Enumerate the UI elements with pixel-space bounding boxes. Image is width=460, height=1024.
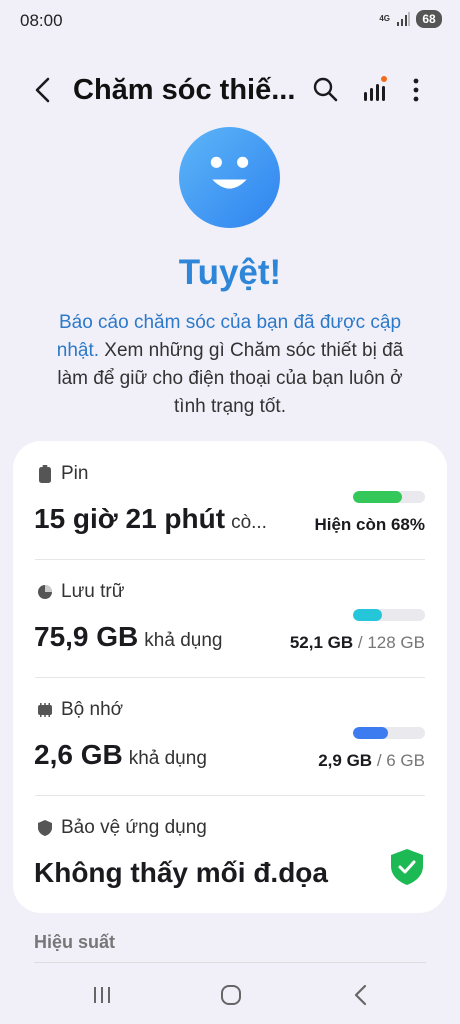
storage-row[interactable]: Lưu trữ 75,9 GB khả dụng 52,1 GB / 128 G… bbox=[13, 559, 447, 677]
memory-progress-bar bbox=[353, 727, 425, 739]
search-icon[interactable] bbox=[310, 74, 342, 106]
smiley-face-icon bbox=[179, 127, 280, 228]
navigation-bar bbox=[0, 968, 460, 1024]
battery-progress-fill bbox=[353, 491, 402, 503]
back-nav-icon[interactable] bbox=[346, 982, 376, 1008]
battery-label: Pin bbox=[61, 463, 89, 484]
protection-label: Bảo vệ ứng dụng bbox=[61, 817, 207, 838]
app-protection-row[interactable]: Bảo vệ ứng dụng Không thấy mối đ.dọa bbox=[13, 795, 447, 913]
storage-pie-icon bbox=[37, 583, 53, 601]
memory-label: Bộ nhớ bbox=[61, 699, 124, 720]
memory-row[interactable]: Bộ nhớ 2,6 GB khả dụng 2,9 GB / 6 GB bbox=[13, 677, 447, 795]
battery-time-suffix: cò... bbox=[231, 512, 267, 533]
status-headline: Tuyệt! bbox=[178, 253, 282, 292]
protection-shield-icon bbox=[37, 819, 53, 837]
network-type: 4G bbox=[379, 14, 390, 23]
section-performance-title: Hiệu suất bbox=[34, 932, 116, 952]
app-bar: Chăm sóc thiế... bbox=[0, 60, 460, 120]
battery-icon bbox=[37, 465, 53, 483]
device-care-card: Pin 15 giờ 21 phút cò... Hiện còn 68% Lư… bbox=[13, 441, 447, 913]
report-message-text: Xem những gì Chăm sóc thiết bị đã làm để… bbox=[57, 340, 404, 417]
status-bar: 08:00 4G 68 bbox=[0, 0, 460, 42]
protection-status: Không thấy mối đ.dọa bbox=[34, 857, 328, 888]
storage-available-suffix: khả dụng bbox=[144, 630, 223, 651]
storage-available-value: 75,9 GB bbox=[34, 621, 139, 652]
battery-time-value: 15 giờ 21 phút bbox=[34, 503, 226, 534]
battery-row[interactable]: Pin 15 giờ 21 phút cò... Hiện còn 68% bbox=[13, 441, 447, 559]
storage-progress-bar bbox=[353, 609, 425, 621]
status-time: 08:00 bbox=[20, 11, 63, 30]
battery-indicator: 68 bbox=[416, 10, 442, 28]
battery-progress-bar bbox=[353, 491, 425, 503]
page-title: Chăm sóc thiế... bbox=[73, 74, 296, 106]
back-icon[interactable] bbox=[28, 74, 60, 106]
memory-chip-icon bbox=[37, 701, 53, 719]
memory-total: / 6 GB bbox=[376, 751, 425, 770]
report-message: Báo cáo chăm sóc của bạn đã được cập nhậ… bbox=[40, 309, 420, 421]
storage-total: / 128 GB bbox=[357, 633, 425, 652]
memory-available-value: 2,6 GB bbox=[34, 739, 123, 770]
memory-progress-fill bbox=[353, 727, 388, 739]
battery-remaining: Hiện còn 68% bbox=[314, 515, 425, 534]
more-vert-icon[interactable] bbox=[400, 74, 432, 106]
storage-progress-fill bbox=[353, 609, 383, 621]
shield-check-icon bbox=[391, 849, 423, 885]
storage-label: Lưu trữ bbox=[61, 581, 125, 602]
signal-icon bbox=[397, 12, 410, 26]
memory-used: 2,9 GB bbox=[318, 751, 373, 770]
performance-card-peek bbox=[34, 962, 426, 966]
recents-icon[interactable] bbox=[87, 982, 117, 1008]
memory-available-suffix: khả dụng bbox=[128, 748, 207, 769]
stats-icon[interactable] bbox=[358, 74, 390, 106]
status-icons: 4G 68 bbox=[379, 10, 442, 28]
home-icon[interactable] bbox=[216, 982, 246, 1008]
storage-used: 52,1 GB bbox=[289, 633, 354, 652]
